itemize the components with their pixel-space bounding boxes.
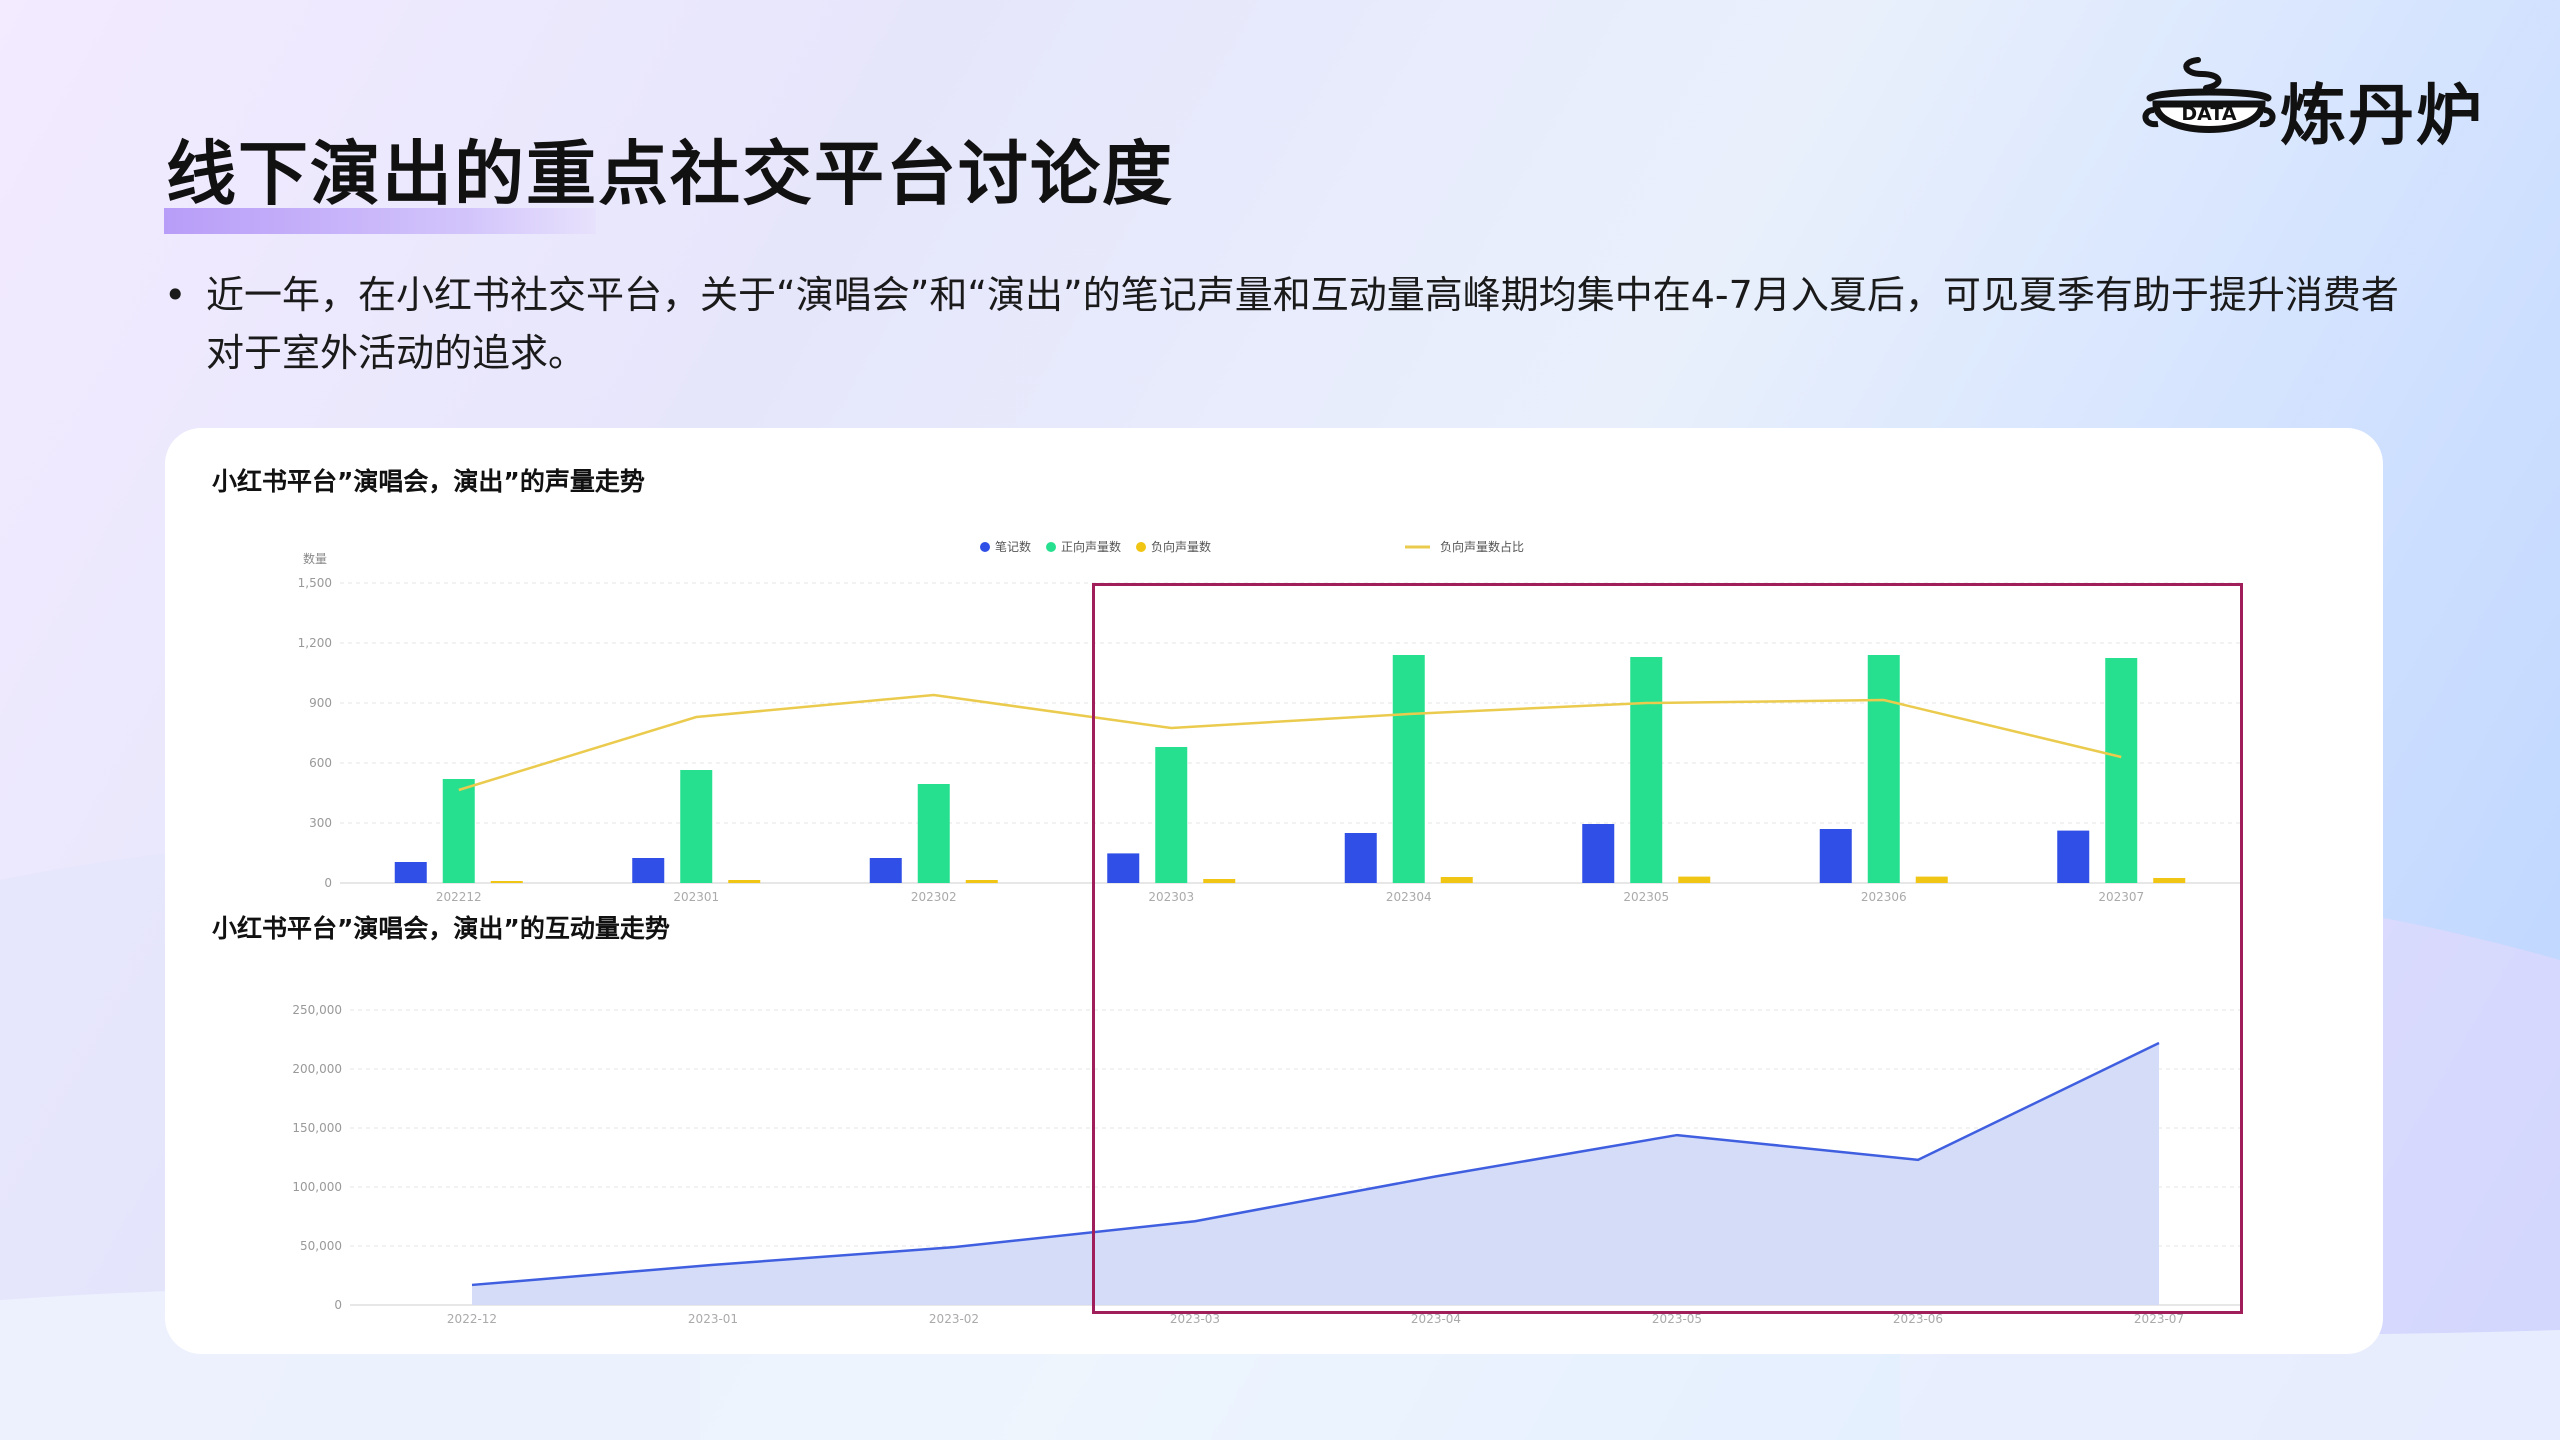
- legend-marker: [980, 542, 990, 552]
- x-tick-label: 2023-06: [1893, 1312, 1943, 1326]
- bar-负向声量数: [490, 881, 523, 883]
- x-tick-label: 2023-01: [688, 1312, 738, 1326]
- logo-name: 炼丹炉: [2280, 77, 2484, 154]
- logo-badge-text: DATA: [2181, 103, 2236, 125]
- bar-笔记数: [632, 858, 665, 883]
- y-tick-label: 50,000: [300, 1239, 342, 1253]
- y-tick-label: 1,500: [298, 576, 332, 590]
- x-tick-label: 2023-07: [2134, 1312, 2184, 1326]
- x-tick-label: 2023-02: [929, 1312, 979, 1326]
- bar-负向声量数: [965, 880, 998, 883]
- x-tick-label: 2022-12: [447, 1312, 497, 1326]
- page-title: 线下演出的重点社交平台讨论度: [166, 133, 1174, 215]
- summary-text: 近一年，在小红书社交平台，关于“演唱会”和“演出”的笔记声量和互动量高峰期均集中…: [206, 273, 2399, 375]
- bar-笔记数: [869, 858, 902, 883]
- bar-正向声量数: [442, 779, 475, 883]
- y-tick-label: 600: [309, 756, 332, 770]
- highlight-box: [1092, 583, 2243, 1314]
- x-tick-label: 2023-04: [1411, 1312, 1461, 1326]
- x-tick-label: 2023-05: [1652, 1312, 1702, 1326]
- cauldron-icon: DATA: [2142, 57, 2276, 133]
- legend-label: 负向声量数: [1151, 539, 1211, 554]
- summary-bullet: • 近一年，在小红书社交平台，关于“演唱会”和“演出”的笔记声量和互动量高峰期均…: [164, 266, 2404, 382]
- legend-label: 正向声量数: [1061, 539, 1121, 554]
- legend-marker: [1046, 542, 1056, 552]
- y-tick-label: 250,000: [292, 1003, 342, 1017]
- y-tick-label: 300: [309, 816, 332, 830]
- bar-笔记数: [394, 862, 427, 883]
- title-underline: [164, 208, 596, 234]
- bar-正向声量数: [917, 784, 950, 883]
- legend-label: 笔记数: [995, 539, 1031, 554]
- y-axis-label: 数量: [303, 551, 327, 566]
- x-tick-label: 202301: [673, 890, 719, 904]
- x-tick-label: 2023-03: [1170, 1312, 1220, 1326]
- bullet-marker: •: [164, 273, 187, 317]
- y-tick-label: 0: [324, 876, 332, 890]
- legend-marker: [1136, 542, 1146, 552]
- bar-负向声量数: [728, 880, 761, 883]
- brand-logo: DATA 炼丹炉: [2140, 40, 2500, 160]
- y-tick-label: 200,000: [292, 1062, 342, 1076]
- y-tick-label: 0: [334, 1298, 342, 1312]
- chart-card: 小红书平台”演唱会，演出”的声量走势 小红书平台”演唱会，演出”的互动量走势 数…: [165, 428, 2383, 1354]
- y-tick-label: 900: [309, 696, 332, 710]
- legend-label: 负向声量数占比: [1440, 539, 1524, 554]
- x-tick-label: 202212: [436, 890, 482, 904]
- bar-正向声量数: [680, 770, 713, 883]
- x-tick-label: 202302: [911, 890, 957, 904]
- y-tick-label: 150,000: [292, 1121, 342, 1135]
- y-tick-label: 1,200: [298, 636, 332, 650]
- y-tick-label: 100,000: [292, 1180, 342, 1194]
